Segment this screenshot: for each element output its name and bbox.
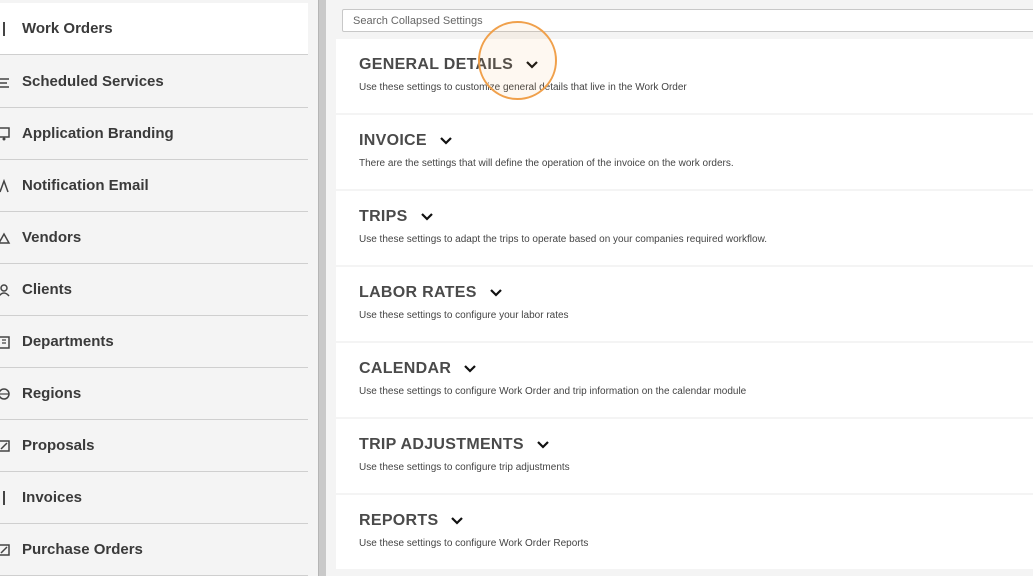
sidebar-item-label: Scheduled Services [22,73,164,90]
section-title: TRIP ADJUSTMENTS [359,436,524,453]
section-title: CALENDAR [359,360,452,377]
section-trips[interactable]: TRIPS Use these settings to adapt the tr… [336,191,1033,265]
section-description: Use these settings to configure Work Ord… [359,386,747,397]
chevron-down-icon[interactable] [525,60,539,70]
sidebar-item-regions[interactable]: Regions [0,368,308,420]
sidebar-item-purchase-orders[interactable]: Purchase Orders [0,524,308,576]
section-reports[interactable]: REPORTS Use these settings to configure … [336,495,1033,569]
section-header: CALENDAR [359,360,477,378]
section-description: Use these settings to configure trip adj… [359,462,570,473]
chevron-down-icon[interactable] [489,288,503,298]
section-description: Use these settings to adapt the trips to… [359,234,768,245]
sidebar-item-label: Vendors [22,229,82,246]
section-header: GENERAL DETAILS [359,56,539,74]
panel-divider[interactable] [318,0,326,576]
sidebar-item-invoices[interactable]: Invoices [0,472,308,524]
settings-sidebar: Work Orders Scheduled Services Applicati… [0,0,318,576]
section-labor-rates[interactable]: LABOR RATES Use these settings to config… [336,267,1033,341]
chevron-down-icon[interactable] [463,364,477,374]
section-calendar[interactable]: CALENDAR Use these settings to configure… [336,343,1033,417]
sidebar-item-departments[interactable]: Departments [0,316,308,368]
section-invoice[interactable]: INVOICE There are the settings that will… [336,115,1033,189]
section-title: GENERAL DETAILS [359,56,514,73]
sidebar-item-label: Work Orders [22,20,113,37]
sidebar-item-label: Application Branding [22,125,174,142]
section-description: There are the settings that will define … [359,158,734,169]
proposal-icon [0,438,12,454]
section-description: Use these settings to configure Work Ord… [359,538,589,549]
sidebar-item-vendors[interactable]: Vendors [0,212,308,264]
sidebar-item-proposals[interactable]: Proposals [0,420,308,472]
sidebar-item-label: Clients [22,281,73,298]
sidebar-item-clients[interactable]: Clients [0,264,308,316]
settings-main: GENERAL DETAILS Use these settings to cu… [326,0,1033,576]
sidebar-item-scheduled-services[interactable]: Scheduled Services [0,56,308,108]
calendar-icon [0,74,12,90]
section-description: Use these settings to configure your lab… [359,310,569,321]
section-header: TRIPS [359,208,434,226]
section-header: TRIP ADJUSTMENTS [359,436,550,454]
section-header: LABOR RATES [359,284,503,302]
section-title: INVOICE [359,132,427,149]
sidebar-item-label: Proposals [22,437,95,454]
email-icon [0,178,12,194]
section-general-details[interactable]: GENERAL DETAILS Use these settings to cu… [336,39,1033,113]
building-icon [0,334,12,350]
sidebar-item-label: Departments [22,333,114,350]
sidebar-item-application-branding[interactable]: Application Branding [0,108,308,160]
sidebar-item-label: Regions [22,385,82,402]
globe-icon [0,386,12,402]
sidebar-item-label: Invoices [22,489,83,506]
chevron-down-icon[interactable] [450,516,464,526]
client-icon [0,282,12,298]
section-description: Use these settings to customize general … [359,82,687,93]
section-header: INVOICE [359,132,453,150]
section-title: LABOR RATES [359,284,477,301]
sidebar-item-notification-email[interactable]: Notification Email [0,160,308,212]
chevron-down-icon[interactable] [536,440,550,450]
chevron-down-icon[interactable] [420,212,434,222]
sidebar-item-label: Purchase Orders [22,541,143,558]
invoice-icon [0,490,12,506]
sidebar-item-work-orders[interactable]: Work Orders [0,3,308,55]
vendor-icon [0,230,12,246]
section-header: REPORTS [359,512,464,530]
search-input[interactable] [342,9,1033,32]
purchase-order-icon [0,542,12,558]
section-trip-adjustments[interactable]: TRIP ADJUSTMENTS Use these settings to c… [336,419,1033,493]
document-icon [0,21,12,37]
chevron-down-icon[interactable] [439,136,453,146]
section-title: TRIPS [359,208,408,225]
sidebar-item-label: Notification Email [22,177,149,194]
branding-icon [0,126,12,142]
section-title: REPORTS [359,512,439,529]
